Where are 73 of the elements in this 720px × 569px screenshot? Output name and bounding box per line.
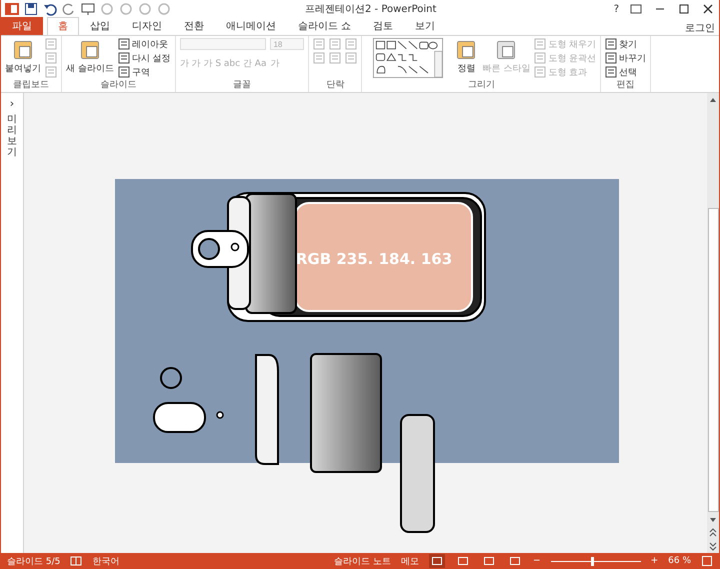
save-icon[interactable] (24, 2, 38, 16)
slide-counter: 슬라이드 5/5 (7, 556, 60, 568)
redo-icon[interactable] (62, 2, 76, 16)
tool-icon (45, 66, 57, 78)
ribbon-button[interactable]: 다시 설정 (118, 52, 171, 64)
view-mode-icon[interactable] (429, 554, 446, 568)
ribbon-button[interactable]: 구역 (118, 66, 171, 78)
window-title: 프레젠테이션2 - PowerPoint (305, 3, 438, 16)
ribbon-tab[interactable]: 전환 (173, 17, 215, 35)
dot-shape (216, 411, 224, 419)
zoom-out-button[interactable]: − (533, 556, 541, 566)
previous-slide-icon[interactable] (708, 528, 718, 538)
ribbon-button[interactable]: 바꾸기 (605, 52, 646, 64)
rgb-caption: RGB 235. 184. 163 (296, 250, 452, 268)
tool-icon (534, 52, 546, 64)
comments-button[interactable]: 메모 (401, 554, 420, 568)
tool-icon (345, 52, 358, 64)
scrollbar-thumb[interactable] (708, 208, 718, 512)
undo-icon[interactable] (43, 2, 57, 16)
group-label: 글꼴 (232, 79, 252, 92)
group-label: 편집 (616, 79, 636, 92)
ribbon-button[interactable]: 정렬 (454, 38, 478, 75)
tool-icon (605, 52, 618, 64)
tool-icon (605, 38, 618, 50)
ribbon-tab[interactable]: 삽입 (79, 17, 121, 35)
ribbon-tab[interactable]: 검토 (362, 17, 404, 35)
ribbon-button[interactable]: 레이아웃 (118, 38, 171, 50)
tool-icon (329, 38, 342, 50)
tool-icon (329, 52, 342, 64)
expand-button[interactable]: › (10, 97, 14, 110)
tool-icon (118, 52, 130, 64)
ribbon-tab[interactable]: 홈 (47, 17, 79, 35)
ribbon-tab[interactable]: 슬라이드 쇼 (287, 17, 362, 35)
thumbnail-pane-label: 미리보기 (7, 114, 17, 158)
ribbon-button[interactable]: 새 슬라이드 (66, 38, 114, 75)
pill-shape (153, 402, 206, 433)
tool-icon (313, 38, 326, 50)
tool-icon (45, 52, 57, 64)
sign-in-link[interactable]: 로그인 (685, 21, 715, 35)
ribbon-button[interactable]: 선택 (605, 66, 646, 78)
tool-icon (118, 38, 130, 50)
book-icon[interactable] (70, 555, 82, 567)
close-icon[interactable] (701, 2, 715, 16)
group-label: 그리기 (466, 79, 496, 92)
next-slide-icon[interactable] (708, 541, 718, 551)
group-label: 단락 (325, 79, 346, 92)
ribbon-button[interactable]: 찾기 (605, 38, 646, 50)
ribbon-button[interactable]: 붙여넣기 (5, 38, 41, 75)
zoom-level[interactable]: 66 % (668, 556, 691, 566)
tool-icon (45, 38, 57, 50)
group-label: 슬라이드 (99, 79, 138, 92)
zoom-in-button[interactable]: + (650, 556, 658, 566)
tool-icon (534, 38, 546, 50)
tool-icon (345, 38, 358, 50)
ribbon-tab[interactable]: 애니메이션 (215, 17, 287, 35)
maximize-icon[interactable] (677, 2, 691, 16)
ribbon-options-icon[interactable] (629, 2, 643, 16)
ribbon-tab[interactable]: 디자인 (121, 17, 173, 35)
slideshow-icon[interactable] (81, 2, 95, 16)
tool-icon (313, 52, 326, 64)
tool-icon (605, 66, 618, 78)
tool-icon (11, 38, 35, 62)
zoom-slider-thumb[interactable] (591, 556, 594, 566)
notes-button[interactable]: 슬라이드 노트 (334, 554, 392, 568)
help-button[interactable]: ? (614, 4, 619, 14)
circle-shape (160, 367, 182, 389)
ribbon-tab[interactable]: 파일 (1, 17, 43, 35)
tool-icon (118, 66, 130, 78)
fit-slide-icon[interactable] (701, 555, 713, 567)
tool-icon (534, 66, 546, 78)
ribbon-tab[interactable]: 보기 (404, 17, 446, 35)
group-label: 클립보드 (12, 79, 50, 92)
language-indicator[interactable]: 한국어 (92, 554, 120, 568)
